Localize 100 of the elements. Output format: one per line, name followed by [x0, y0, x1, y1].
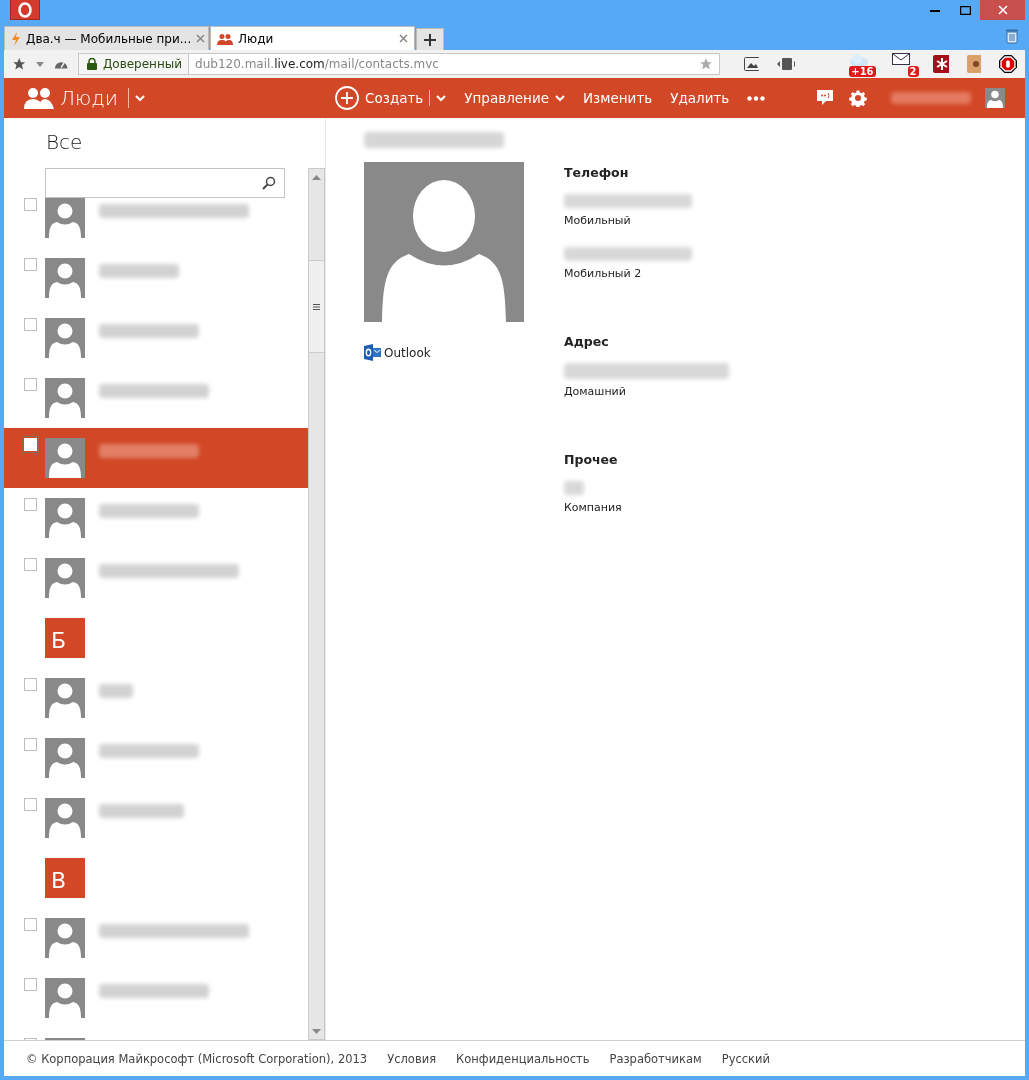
notification-badge: +16 [849, 66, 876, 77]
people-icon [217, 32, 233, 45]
trash-icon[interactable] [1005, 28, 1019, 44]
avatar-icon [45, 378, 85, 418]
section-heading: Адрес [564, 334, 610, 349]
url-text: dub120.mail.live.com/mail/contacts.mvc [194, 57, 440, 71]
footer-link[interactable]: Условия [387, 1051, 437, 1066]
chevron-down-icon [555, 94, 565, 102]
list-heading: Все [46, 130, 84, 156]
avatar-icon [45, 438, 85, 478]
avatar-icon [45, 978, 85, 1018]
footer-link[interactable]: Разработчикам [609, 1051, 702, 1066]
avatar-icon [45, 318, 85, 358]
browser-tab[interactable]: Люди [210, 26, 415, 50]
search-field[interactable] [45, 168, 285, 198]
avatar-icon [45, 678, 85, 718]
footer-link[interactable]: Русский [721, 1051, 770, 1066]
plus-circle-icon [335, 86, 359, 110]
lightning-icon [11, 31, 21, 46]
checkbox[interactable] [24, 738, 37, 751]
address-bar[interactable]: Доверенный dub120.mail.live.com/mail/contacts.mvc [77, 53, 721, 75]
contact-row[interactable] [4, 428, 308, 488]
app-title: Люди [60, 86, 118, 110]
field-label: Домашний [564, 385, 627, 398]
search-icon[interactable] [262, 176, 276, 190]
chat-icon[interactable] [817, 90, 833, 106]
avatar-icon [45, 558, 85, 598]
settings-icon[interactable] [849, 89, 867, 107]
stop-sign-icon[interactable] [999, 54, 1018, 74]
resize-icon[interactable] [776, 58, 795, 70]
avatar-icon [45, 258, 85, 298]
checkbox[interactable] [24, 678, 37, 691]
browser-logo-icon [18, 1, 32, 18]
new-tab-button[interactable] [416, 28, 444, 50]
grip-icon [313, 303, 320, 310]
browser-menu-button[interactable] [10, 0, 40, 20]
lock-icon [86, 58, 97, 70]
plus-icon [424, 33, 436, 46]
command-button[interactable]: Изменить [583, 90, 653, 106]
field-label: Мобильный 2 [564, 267, 643, 280]
avatar-icon [45, 738, 85, 778]
mail-extension-icon[interactable]: 2 [891, 51, 919, 77]
weather-extension-icon[interactable]: +16 [848, 51, 876, 77]
close-tab-icon[interactable] [196, 34, 206, 43]
letter-tile[interactable]: В [45, 858, 85, 898]
bookmark-star-icon[interactable] [699, 57, 714, 71]
checkbox[interactable] [24, 198, 37, 211]
copyright-text: © Корпорация Майкрософт (Microsoft Corporation), 2013 [26, 1051, 368, 1066]
cloud-icon [848, 53, 869, 67]
outlook-link[interactable]: Outlook [364, 344, 524, 361]
footer-link[interactable]: Конфиденциальность [456, 1051, 590, 1066]
safe-extension-icon[interactable] [966, 55, 982, 73]
avatar-icon [45, 918, 85, 958]
command-button[interactable]: Удалить [670, 90, 730, 106]
scrollbar[interactable] [308, 168, 325, 1040]
close-icon [997, 5, 1008, 15]
close-tab-icon[interactable] [399, 34, 408, 43]
checkbox[interactable] [24, 318, 37, 331]
section-heading: Прочее [564, 452, 619, 467]
scroll-up-icon[interactable] [312, 175, 321, 180]
more-icon[interactable] [747, 95, 766, 101]
checkbox[interactable] [24, 558, 37, 571]
blurred-text [99, 684, 133, 698]
checkbox[interactable] [24, 258, 37, 271]
avatar-icon [45, 498, 85, 538]
image-icon[interactable] [744, 57, 759, 71]
menu-button[interactable]: Управление [464, 90, 565, 106]
people-icon [24, 87, 54, 109]
star-icon[interactable] [12, 56, 27, 72]
app-switcher-button[interactable] [135, 94, 145, 102]
checkbox[interactable] [24, 798, 37, 811]
section-heading: Телефон [564, 165, 630, 180]
outlook-icon [364, 344, 381, 361]
checkbox[interactable] [24, 918, 37, 931]
create-button[interactable]: Создать [335, 86, 447, 110]
letter-tile[interactable]: Б [45, 618, 85, 658]
avatar-icon [45, 798, 85, 838]
contact-photo-icon [364, 162, 524, 322]
field-label: Компания [564, 501, 623, 514]
browser-tab[interactable]: Два.ч — Мобильные при... [4, 26, 209, 50]
blurred-text [564, 481, 584, 495]
checkbox[interactable] [24, 978, 37, 991]
scroll-down-icon[interactable] [312, 1029, 321, 1034]
security-label: Доверенный [102, 57, 183, 71]
maximize-icon [959, 5, 971, 15]
minimize-icon [930, 8, 940, 12]
account-avatar-icon[interactable] [985, 88, 1005, 108]
asterisk-extension-icon[interactable] [932, 55, 949, 73]
chevron-down-icon [135, 94, 145, 102]
field-label: Мобильный [564, 214, 632, 227]
avatar-icon [45, 198, 85, 238]
chevron-down-icon [436, 94, 447, 102]
scroll-thumb[interactable] [309, 260, 324, 353]
checkbox[interactable] [24, 378, 37, 391]
dropdown-icon[interactable] [36, 61, 44, 67]
notification-badge: 2 [907, 66, 919, 77]
envelope-icon [891, 53, 910, 65]
checkbox[interactable] [24, 498, 37, 511]
tab-title: Люди [238, 31, 275, 46]
tab-title: Два.ч — Мобильные при... [26, 31, 192, 46]
